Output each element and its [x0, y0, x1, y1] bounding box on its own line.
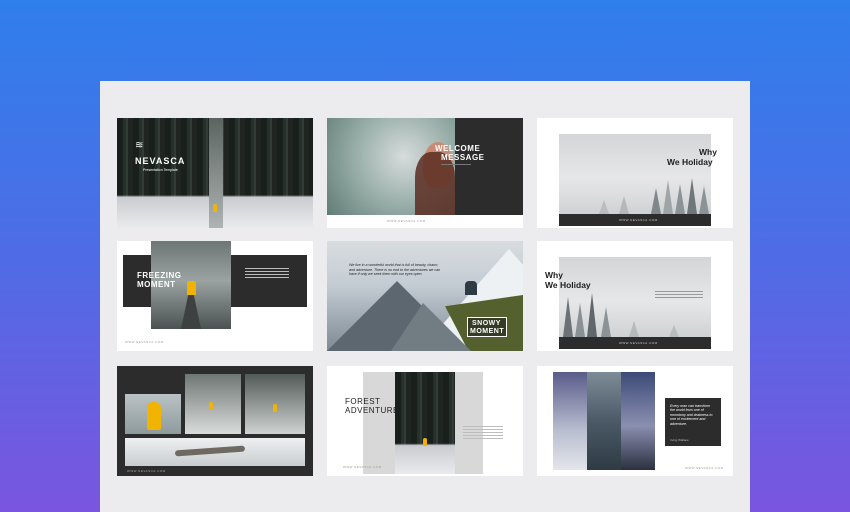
collage-photo-1 [125, 394, 181, 434]
forest-title-line1: FOREST [345, 397, 381, 406]
hiker-figure [213, 204, 217, 212]
why-title-line1: Why [699, 147, 717, 157]
slide-footer: WWW.NEVASCA.COM [685, 466, 724, 470]
collage-photo-2 [185, 374, 241, 434]
why-title-line1: Why [545, 270, 563, 280]
slide-why-we-holiday-1[interactable]: WWW.NEVASCA.COM Why We Holiday [537, 118, 733, 228]
snowy-trees-photo [559, 134, 711, 214]
cover-subtitle: Presentation Template [143, 168, 178, 172]
why-title-line2: We Holiday [545, 280, 591, 290]
forest-title-line2: ADVENTURE [345, 406, 399, 415]
freezing-title-line1: FREEZING [137, 271, 182, 280]
snowy-title-line2: MOMENT [470, 328, 505, 335]
freezing-title-line2: MOMENT [137, 280, 176, 289]
quote-text: Every man can transform the world from o… [670, 404, 713, 426]
why-title-line2: We Holiday [667, 157, 713, 167]
slide-footer: WWW.NEVASCA.COM [387, 219, 426, 223]
body-text-lines [655, 291, 703, 300]
welcome-panel: WELCOME MESSAGE [435, 118, 523, 215]
slide-quote[interactable]: Every man can transform the world from o… [537, 366, 733, 476]
portrait-photo [327, 118, 455, 215]
forest-photo [395, 372, 455, 474]
slide-freezing-moment[interactable]: FREEZING MOMENT WWW.NEVASCA.COM [117, 241, 313, 351]
slide-forest-adventure[interactable]: FOREST ADVENTURE WWW.NEVASCA.COM [327, 366, 523, 476]
slide-footer: WWW.NEVASCA.COM [619, 218, 658, 222]
photo-strip-2 [587, 372, 621, 470]
river-shape [174, 445, 246, 457]
body-text-lines [463, 426, 503, 441]
snowy-label-box: SNOWY MOMENT [467, 317, 507, 337]
collage-photo-3 [245, 374, 305, 434]
slide-welcome-message[interactable]: WELCOME MESSAGE WWW.NEVASCA.COM [327, 118, 523, 228]
divider [441, 164, 471, 165]
quote-text: We live in a wonderful world that is ful… [349, 263, 441, 277]
road-shape [181, 291, 201, 329]
quote-author: Irving Wallace [670, 438, 689, 442]
sitting-hikers [465, 281, 477, 295]
photo-strip-1 [553, 372, 587, 470]
hiker-figure [187, 281, 196, 295]
footer-bar: WWW.NEVASCA.COM [559, 337, 711, 349]
collage-photo-4 [125, 438, 305, 466]
footer-bar: WWW.NEVASCA.COM [559, 214, 711, 226]
slide-footer: WWW.NEVASCA.COM [343, 465, 382, 469]
photo-strip-3 [621, 372, 655, 470]
welcome-title-line1: WELCOME [435, 144, 481, 153]
slide-cover[interactable]: ≋ NEVASCA Presentation Template [117, 118, 313, 228]
body-text-lines [245, 268, 289, 280]
brand-logo-icon: ≋ [135, 140, 144, 151]
quote-panel: Every man can transform the world from o… [665, 398, 721, 446]
slide-footer: WWW.NEVASCA.COM [619, 341, 658, 345]
brand-name: NEVASCA [135, 156, 186, 166]
template-preview-sheet: ≋ NEVASCA Presentation Template WELCOME … [100, 81, 750, 512]
slide-footer: WWW.NEVASCA.COM [125, 340, 164, 344]
welcome-title-line2: MESSAGE [441, 153, 485, 162]
slide-snowy-moment[interactable]: We live in a wonderful world that is ful… [327, 241, 523, 351]
slide-footer: WWW.NEVASCA.COM [127, 469, 166, 473]
slide-why-we-holiday-2[interactable]: WWW.NEVASCA.COM Why We Holiday [537, 241, 733, 351]
slide-photo-collage[interactable]: WWW.NEVASCA.COM [117, 366, 313, 476]
